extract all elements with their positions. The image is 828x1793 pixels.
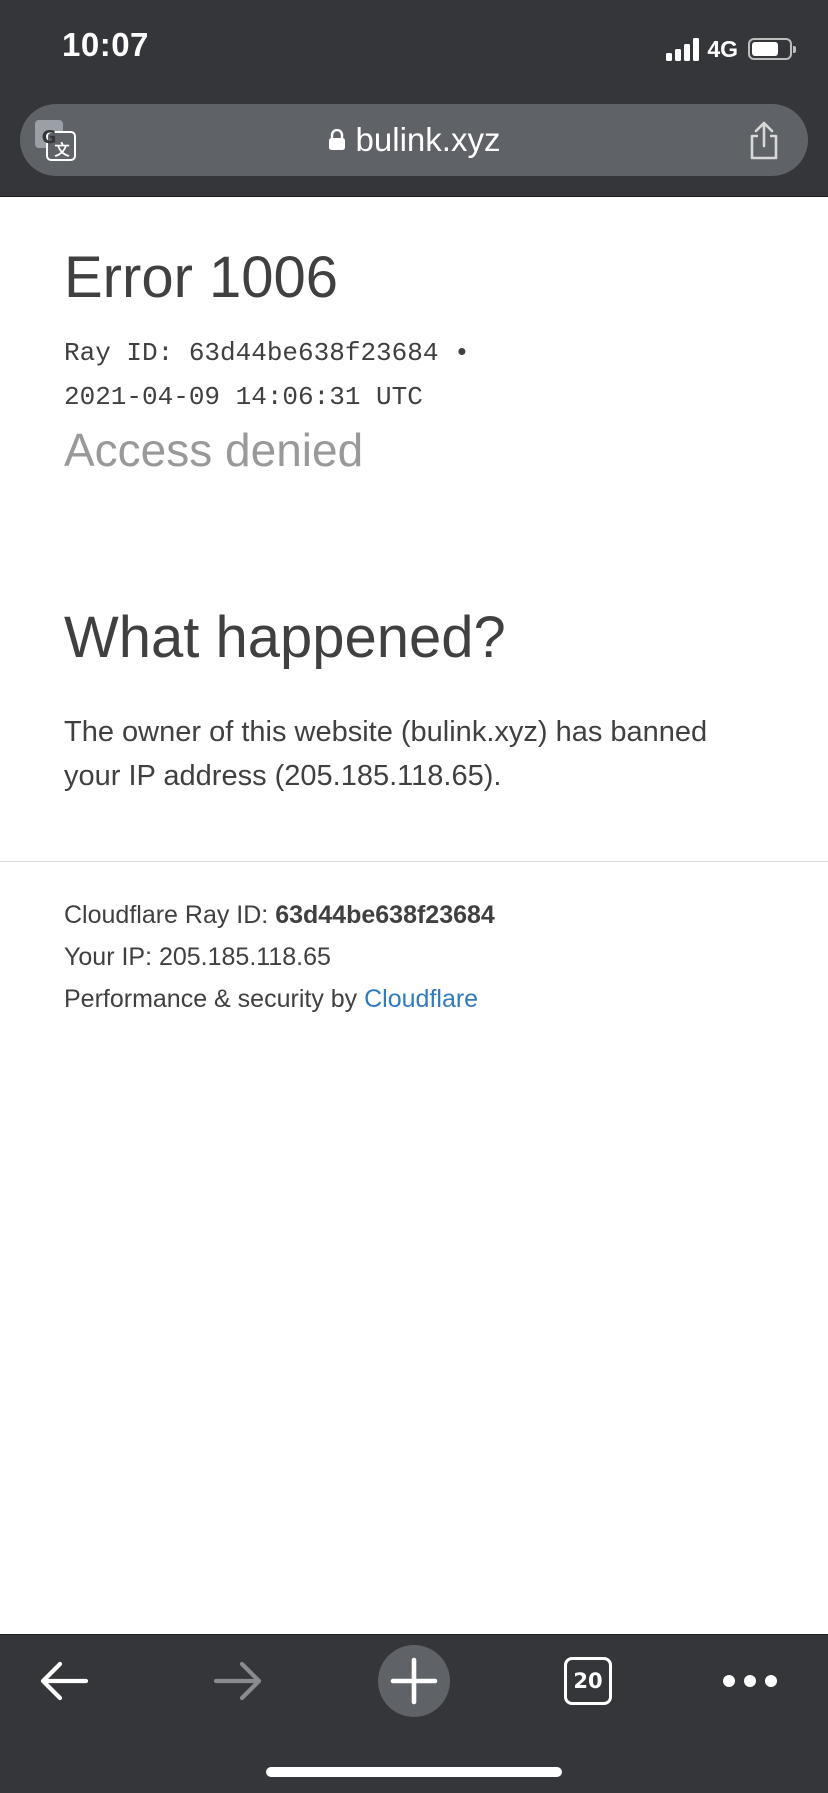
browser-bottom-toolbar: 20 xyxy=(0,1634,828,1793)
share-icon[interactable] xyxy=(746,120,782,160)
signal-icon xyxy=(666,37,700,61)
footer-ray-value: 63d44be638f23684 xyxy=(275,901,495,929)
divider xyxy=(0,861,828,862)
lock-icon xyxy=(328,129,345,150)
url-bar[interactable]: G 文 bulink.xyz xyxy=(20,104,808,176)
new-tab-button[interactable] xyxy=(364,1635,464,1727)
footer-ray-row: Cloudflare Ray ID: 63d44be638f23684 xyxy=(64,894,495,936)
ray-id-line: Ray ID: 63d44be638f23684 • xyxy=(64,338,470,368)
plus-icon xyxy=(390,1657,438,1705)
more-icon xyxy=(723,1675,777,1687)
footer-ip: Your IP: 205.185.118.65 xyxy=(64,943,331,971)
url-text[interactable]: bulink.xyz xyxy=(356,121,501,159)
status-indicators: 4G xyxy=(666,34,796,64)
browser-top-chrome: 10:07 4G G 文 bulink.xyz xyxy=(0,0,828,197)
tabs-icon: 20 xyxy=(564,1657,612,1705)
timestamp-line: 2021-04-09 14:06:31 UTC xyxy=(64,382,423,412)
footer-performance-label: Performance & security by xyxy=(64,985,365,1013)
footer-ray-label: Cloudflare Ray ID: xyxy=(64,901,276,929)
access-denied-subtitle: Access denied xyxy=(64,424,364,476)
cloudflare-link[interactable]: Cloudflare xyxy=(364,985,478,1013)
home-indicator[interactable] xyxy=(266,1767,562,1777)
tab-switcher-button[interactable]: 20 xyxy=(538,1635,638,1727)
url-display: bulink.xyz xyxy=(20,104,808,176)
status-time: 10:07 xyxy=(62,26,149,63)
battery-icon xyxy=(748,38,796,60)
svg-text:文: 文 xyxy=(54,141,70,159)
network-type: 4G xyxy=(707,35,738,62)
error-title: Error 1006 xyxy=(64,245,339,310)
forward-button[interactable] xyxy=(188,1635,288,1727)
footer-info: Cloudflare Ray ID: 63d44be638f23684 Your… xyxy=(64,894,495,1020)
back-button[interactable] xyxy=(14,1635,114,1727)
menu-button[interactable] xyxy=(700,1635,800,1727)
explanation-text: The owner of this website (bulink.xyz) h… xyxy=(64,716,708,792)
footer-performance-row: Performance & security by Cloudflare xyxy=(64,978,495,1020)
back-arrow-icon xyxy=(40,1661,89,1701)
what-happened-heading: What happened? xyxy=(64,605,506,670)
forward-arrow-icon xyxy=(213,1661,262,1701)
translate-icon[interactable]: G 文 xyxy=(34,119,76,161)
